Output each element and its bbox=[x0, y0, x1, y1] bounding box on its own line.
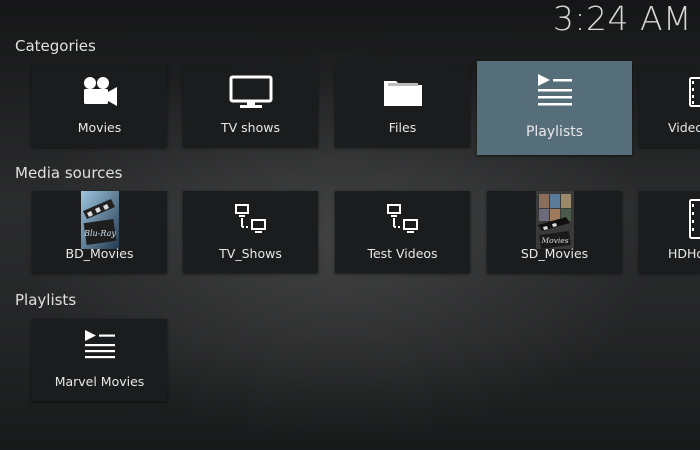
playlist-icon bbox=[536, 73, 574, 111]
film-strip-icon bbox=[689, 77, 700, 111]
tile-label: Playlists bbox=[525, 124, 584, 140]
svg-text:Movies: Movies bbox=[540, 236, 568, 245]
tile-movies[interactable]: Movies bbox=[32, 65, 167, 147]
tile-video[interactable]: Video bbox=[639, 65, 700, 147]
tile-label: HDHo bbox=[668, 246, 700, 261]
tile-label: BD_Movies bbox=[65, 246, 134, 261]
svg-text:Blu-Ray: Blu-Ray bbox=[83, 229, 116, 238]
tile-label: Test Videos bbox=[367, 246, 438, 261]
section-title-media-sources: Media sources bbox=[15, 164, 123, 182]
bluray-thumbnail-icon: Blu-Ray bbox=[80, 191, 119, 249]
tile-label: Files bbox=[388, 120, 417, 135]
tile-hdhomerun[interactable]: HDHo bbox=[639, 191, 700, 273]
playlist-icon bbox=[83, 329, 117, 363]
film-strip-icon bbox=[689, 199, 700, 243]
tile-bd-movies[interactable]: Blu-Ray BD_Movies bbox=[32, 191, 167, 273]
tile-marvel-movies[interactable]: Marvel Movies bbox=[32, 319, 167, 401]
tile-files[interactable]: Files bbox=[335, 65, 470, 147]
tile-playlists[interactable]: Playlists bbox=[477, 61, 632, 155]
section-title-playlists: Playlists bbox=[15, 291, 77, 309]
tile-test-videos[interactable]: Test Videos bbox=[335, 191, 470, 273]
folder-icon bbox=[382, 75, 424, 113]
tile-label: TV shows bbox=[221, 120, 280, 135]
movie-camera-icon bbox=[81, 75, 119, 111]
network-icon bbox=[386, 204, 420, 238]
tile-label: TV_Shows bbox=[219, 246, 282, 261]
tile-tv-shows[interactable]: TV shows bbox=[183, 65, 318, 147]
movies-thumbnail-icon: Movies bbox=[535, 191, 574, 250]
tile-tv-shows-source[interactable]: TV_Shows bbox=[183, 191, 318, 273]
tile-label: Movies bbox=[77, 120, 122, 135]
tv-icon bbox=[229, 75, 273, 113]
tile-label: Video bbox=[668, 120, 700, 135]
tile-sd-movies[interactable]: Movies SD_Movies bbox=[487, 191, 622, 273]
tile-label: Marvel Movies bbox=[54, 374, 145, 389]
clock: 3:24 AM bbox=[552, 0, 692, 38]
section-title-categories: Categories bbox=[15, 37, 96, 55]
network-icon bbox=[234, 204, 268, 238]
tile-label: SD_Movies bbox=[520, 246, 589, 261]
